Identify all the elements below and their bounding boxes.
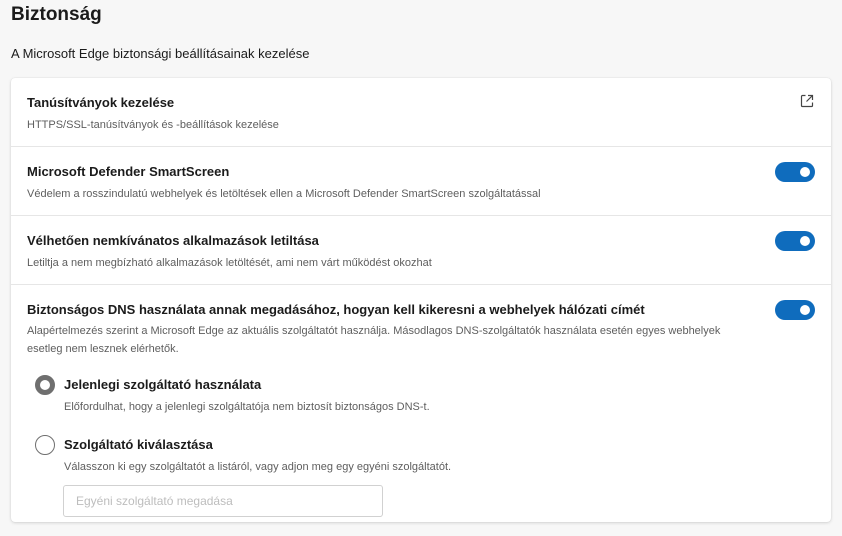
choose-provider-description: Válasszon ki egy szolgáltatót a listáról… [64, 461, 452, 473]
certificates-title: Tanúsítványok kezelése [27, 95, 175, 110]
certificates-description: HTTPS/SSL-tanúsítványok és -beállítások … [27, 119, 279, 131]
current-provider-label[interactable]: Jelenlegi szolgáltató használata [64, 377, 261, 392]
choose-provider-label[interactable]: Szolgáltató kiválasztása [64, 437, 213, 452]
external-link-icon[interactable] [799, 93, 815, 109]
secure-dns-toggle[interactable] [775, 300, 815, 320]
radio-choose-provider[interactable] [35, 435, 55, 455]
toggle-knob [800, 167, 810, 177]
secure-dns-description: Alapértelmezés szerint a Microsoft Edge … [27, 325, 721, 355]
page-subtitle: A Microsoft Edge biztonsági beállításain… [11, 46, 310, 61]
smartscreen-title: Microsoft Defender SmartScreen [27, 164, 230, 179]
security-settings-card: Tanúsítványok kezelése HTTPS/SSL-tanúsít… [11, 78, 831, 522]
custom-provider-input[interactable] [63, 485, 383, 517]
pua-blocking-title: Vélhetően nemkívánatos alkalmazások leti… [27, 233, 319, 248]
radio-current-provider[interactable] [35, 375, 55, 395]
current-provider-description: Előfordulhat, hogy a jelenlegi szolgálta… [64, 401, 430, 413]
pua-blocking-description: Letiltja a nem megbízható alkalmazások l… [27, 257, 432, 269]
certificates-row[interactable]: Tanúsítványok kezelése HTTPS/SSL-tanúsít… [11, 78, 831, 147]
pua-blocking-row: Vélhetően nemkívánatos alkalmazások leti… [11, 216, 831, 285]
page-title: Biztonság [11, 4, 102, 25]
secure-dns-title: Biztonságos DNS használata annak megadás… [27, 302, 645, 317]
toggle-knob [800, 305, 810, 315]
smartscreen-row: Microsoft Defender SmartScreen Védelem a… [11, 147, 831, 216]
smartscreen-toggle[interactable] [775, 162, 815, 182]
smartscreen-description: Védelem a rosszindulatú webhelyek és let… [27, 188, 541, 200]
pua-blocking-toggle[interactable] [775, 231, 815, 251]
toggle-knob [800, 236, 810, 246]
